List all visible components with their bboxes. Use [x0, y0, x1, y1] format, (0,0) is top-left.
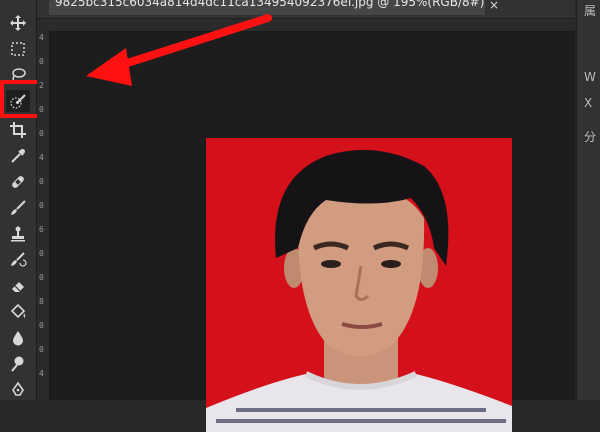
dodge-tool[interactable]: [6, 353, 30, 375]
horizontal-ruler: [37, 19, 575, 32]
dodge-icon: [11, 356, 24, 372]
portrait-image: [206, 138, 512, 432]
vertical-ruler: 4 0 2 0 0 4 0 0 6 0 0 8 0 0 4: [37, 31, 50, 400]
brush-icon: [11, 200, 26, 215]
history-brush-icon: [11, 252, 27, 267]
stamp-icon: [11, 226, 25, 242]
blur-tool[interactable]: [6, 327, 30, 349]
eyedropper-tool[interactable]: [6, 145, 30, 167]
ruler-mark: 6: [39, 225, 44, 234]
clone-stamp-tool[interactable]: [6, 223, 30, 245]
ruler-mark: 0: [39, 249, 44, 258]
eraser-tool[interactable]: [6, 275, 30, 297]
ruler-mark: 0: [39, 345, 44, 354]
ruler-mark: 0: [39, 321, 44, 330]
close-tab-icon[interactable]: ×: [487, 0, 501, 13]
pen-tool[interactable]: [6, 379, 30, 401]
ruler-mark: 2: [39, 81, 44, 90]
panel-label-x: X: [584, 96, 593, 110]
properties-panel: 属 W X 分: [576, 0, 600, 400]
eraser-icon: [12, 282, 24, 292]
move-tool[interactable]: [6, 12, 30, 34]
eyedropper-icon: [11, 149, 25, 163]
crop-tool[interactable]: [6, 119, 30, 141]
ruler-mark: 0: [39, 201, 44, 210]
ruler-mark: 4: [39, 369, 44, 378]
pen-icon: [12, 381, 24, 396]
ruler-mark: 0: [39, 105, 44, 114]
portrait-photo[interactable]: [206, 138, 512, 432]
tools-panel: [0, 0, 37, 400]
ruler-mark: 4: [39, 153, 44, 162]
healing-brush-tool[interactable]: [6, 171, 30, 193]
document-tab[interactable]: 9825bc315c6034a814d4dc11ca134954092376ef…: [49, 0, 485, 15]
crop-icon: [10, 122, 26, 138]
drop-icon: [13, 331, 23, 346]
panel-label-properties: 属: [584, 4, 597, 18]
document-tab-bar: 9825bc315c6034a814d4dc11ca134954092376ef…: [37, 0, 575, 19]
paint-bucket-tool[interactable]: [6, 301, 30, 323]
ruler-mark: 0: [39, 273, 44, 282]
marquee-tool[interactable]: [6, 38, 30, 60]
marquee-icon: [11, 42, 25, 56]
ruler-mark: 8: [39, 297, 44, 306]
brush-tool[interactable]: [6, 197, 30, 219]
ruler-mark: 0: [39, 57, 44, 66]
canvas-area[interactable]: [50, 32, 575, 432]
ruler-mark: 0: [39, 177, 44, 186]
panel-label-fen: 分: [584, 130, 597, 144]
ruler-mark: 0: [39, 129, 44, 138]
panel-label-w: W: [584, 70, 596, 84]
bucket-icon: [10, 303, 26, 319]
bandage-icon: [12, 176, 24, 188]
history-brush-tool[interactable]: [6, 249, 30, 271]
move-icon: [10, 15, 26, 31]
ruler-mark: 4: [39, 33, 44, 42]
